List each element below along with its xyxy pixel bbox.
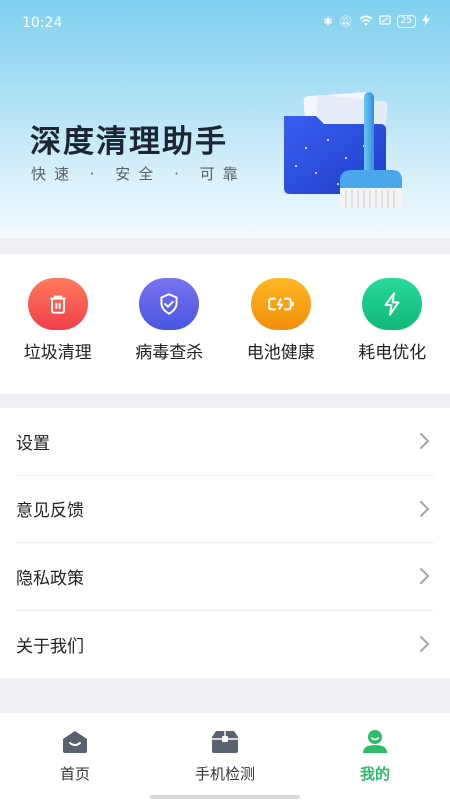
- chevron-right-icon: [420, 500, 430, 517]
- status-bar: 10:24 ✱ 🔕︎ 25: [0, 0, 450, 44]
- feature-grid: 垃圾清理 病毒查杀 电池健康 耗电优化: [0, 254, 450, 394]
- tab-phone-check[interactable]: 手机检测: [150, 713, 300, 800]
- menu-item-feedback[interactable]: 意见反馈: [16, 476, 434, 543]
- menu-item-privacy[interactable]: 隐私政策: [16, 543, 434, 611]
- feature-label: 电池健康: [246, 343, 315, 363]
- battery-icon: [250, 278, 311, 330]
- chevron-right-icon: [420, 636, 430, 653]
- tab-mine[interactable]: 我的: [300, 713, 450, 800]
- app-title: 深度清理助手: [30, 124, 228, 160]
- feature-power-optimize[interactable]: 耗电优化: [337, 254, 447, 394]
- trash-icon: [27, 278, 88, 330]
- menu-item-label: 意见反馈: [16, 501, 84, 522]
- header-banner: 10:24 ✱ 🔕︎ 25 深度清理助手 快速 · 安全 · 可靠: [0, 0, 450, 238]
- tab-label: 手机检测: [194, 765, 255, 783]
- feature-virus-scan[interactable]: 病毒查杀: [114, 254, 224, 394]
- cleaning-folder-illustration: [284, 91, 402, 208]
- menu-item-about[interactable]: 关于我们: [16, 611, 434, 679]
- app-subtitle: 快速 · 安全 · 可靠: [31, 165, 246, 183]
- lightning-icon: [362, 278, 423, 330]
- feature-junk-clean[interactable]: 垃圾清理: [3, 254, 113, 394]
- feature-label: 病毒查杀: [135, 343, 204, 363]
- home-indicator: [150, 795, 300, 799]
- user-icon: [363, 730, 387, 753]
- menu-item-settings[interactable]: 设置: [16, 408, 434, 476]
- menu-item-label: 关于我们: [16, 636, 84, 657]
- menu-item-label: 设置: [16, 433, 50, 454]
- settings-menu: 设置 意见反馈 隐私政策 关于我们: [0, 408, 450, 678]
- tab-home[interactable]: 首页: [0, 713, 150, 800]
- toolbox-icon: [212, 731, 238, 753]
- feature-battery-health[interactable]: 电池健康: [226, 254, 336, 394]
- mute-icon: 🔕︎: [338, 15, 353, 28]
- tab-label: 首页: [59, 765, 90, 783]
- status-icons: ✱ 🔕︎ 25: [323, 14, 430, 29]
- menu-item-label: 隐私政策: [16, 568, 84, 589]
- sim-icon: [378, 15, 391, 28]
- feature-label: 垃圾清理: [23, 343, 92, 363]
- chevron-right-icon: [420, 568, 430, 585]
- status-time: 10:24: [22, 15, 63, 31]
- feature-label: 耗电优化: [358, 343, 427, 363]
- battery-level: 25: [396, 15, 416, 28]
- charging-icon: [422, 14, 430, 29]
- chevron-right-icon: [420, 433, 430, 450]
- wifi-icon: [359, 15, 373, 29]
- bluetooth-icon: ✱: [323, 15, 333, 28]
- home-icon: [63, 731, 87, 753]
- shield-icon: [139, 278, 200, 330]
- tab-label: 我的: [359, 765, 390, 783]
- bottom-tab-bar: 首页 手机检测 我的: [0, 713, 450, 800]
